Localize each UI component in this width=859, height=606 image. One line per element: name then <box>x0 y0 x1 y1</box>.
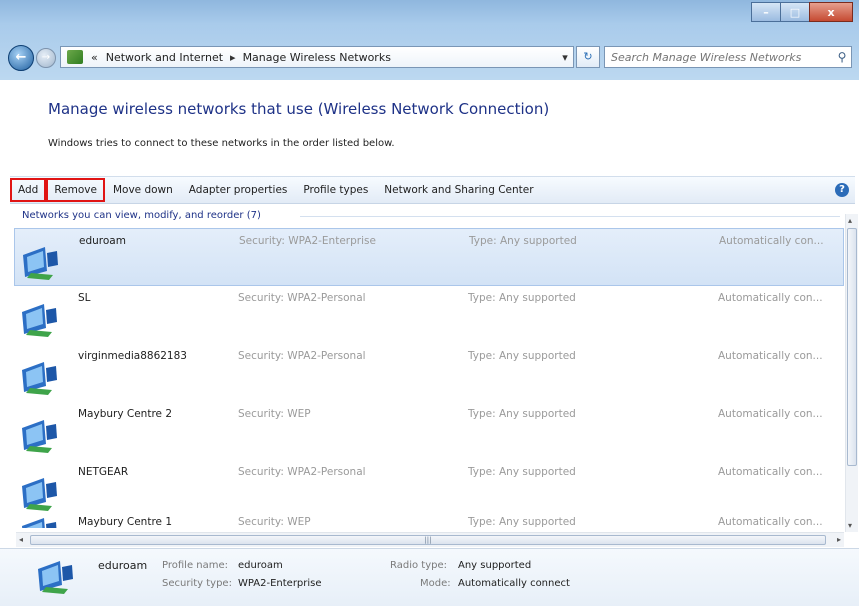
profile-types-button[interactable]: Profile types <box>295 178 376 202</box>
wireless-network-icon <box>22 518 57 528</box>
network-mode: Automatically con... <box>718 350 823 362</box>
command-toolbar: Add Remove Move down Adapter properties … <box>10 176 855 204</box>
network-sharing-center-button[interactable]: Network and Sharing Center <box>376 178 541 202</box>
details-pane: eduroam Profile name: eduroam Security t… <box>0 548 859 606</box>
security-type-value: WPA2-Enterprise <box>238 578 322 589</box>
network-mode: Automatically con... <box>719 235 824 247</box>
search-icon[interactable]: ⚲ <box>833 50 851 64</box>
control-panel-icon <box>67 50 83 64</box>
add-button[interactable]: Add <box>10 178 47 202</box>
network-name: Maybury Centre 1 <box>78 516 173 528</box>
window-chrome: – □ x ← → « Network and Internet ▸ Manag… <box>0 0 859 80</box>
scroll-right-icon[interactable]: ▸ <box>837 535 841 544</box>
network-type: Type: Any supported <box>469 235 577 247</box>
network-type: Type: Any supported <box>468 408 576 420</box>
network-mode: Automatically con... <box>718 408 823 420</box>
search-box[interactable]: ⚲ <box>604 46 852 68</box>
wireless-network-icon <box>23 247 58 280</box>
vertical-scrollbar[interactable]: ▴ ▾ <box>845 214 858 532</box>
breadcrumb-network-internet[interactable]: Network and Internet <box>106 51 223 64</box>
wireless-network-icon <box>22 420 57 453</box>
wireless-network-icon <box>22 362 57 395</box>
breadcrumb-chevron[interactable]: « <box>91 51 98 64</box>
network-name: eduroam <box>79 235 126 247</box>
radio-type-label: Radio type: <box>390 560 447 571</box>
list-item[interactable]: Maybury Centre 2 Security: WEP Type: Any… <box>14 402 844 460</box>
horizontal-scroll-thumb[interactable]: ||| <box>30 535 826 545</box>
network-type: Type: Any supported <box>468 466 576 478</box>
refresh-button[interactable]: ↻ <box>576 46 600 68</box>
list-item[interactable]: SL Security: WPA2-Personal Type: Any sup… <box>14 286 844 344</box>
network-security: Security: WEP <box>238 408 311 420</box>
network-mode: Automatically con... <box>718 292 823 304</box>
network-security: Security: WEP <box>238 516 311 528</box>
breadcrumb-separator[interactable]: ▸ <box>230 51 236 64</box>
remove-button[interactable]: Remove <box>46 178 105 202</box>
network-security: Security: WPA2-Personal <box>238 350 366 362</box>
address-bar[interactable]: « Network and Internet ▸ Manage Wireless… <box>60 46 574 68</box>
network-security: Security: WPA2-Enterprise <box>239 235 376 247</box>
breadcrumb-manage-wireless[interactable]: Manage Wireless Networks <box>243 51 391 64</box>
close-button[interactable]: x <box>809 2 853 22</box>
details-network-name: eduroam <box>98 559 148 572</box>
group-divider <box>300 216 840 217</box>
search-input[interactable] <box>605 49 833 65</box>
move-down-button[interactable]: Move down <box>105 178 181 202</box>
window-controls: – □ x <box>751 2 853 22</box>
network-type: Type: Any supported <box>468 516 576 528</box>
wireless-network-icon <box>22 304 57 337</box>
horizontal-scrollbar[interactable]: ◂ ||| ▸ <box>16 532 844 547</box>
network-mode: Automatically con... <box>718 516 823 528</box>
page-title: Manage wireless networks that use (Wirel… <box>48 100 550 118</box>
network-type: Type: Any supported <box>468 292 576 304</box>
network-type: Type: Any supported <box>468 350 576 362</box>
list-item[interactable]: virginmedia8862183 Security: WPA2-Person… <box>14 344 844 402</box>
network-name: NETGEAR <box>78 466 129 478</box>
address-dropdown-icon[interactable]: ▾ <box>557 51 573 64</box>
maximize-button[interactable]: □ <box>780 2 810 22</box>
minimize-button[interactable]: – <box>751 2 781 22</box>
help-icon[interactable]: ? <box>835 183 849 197</box>
scroll-left-icon[interactable]: ◂ <box>19 535 23 544</box>
radio-type-value: Any supported <box>458 560 532 571</box>
page-description: Windows tries to connect to these networ… <box>48 138 395 149</box>
group-header[interactable]: Networks you can view, modify, and reord… <box>22 210 261 221</box>
scroll-down-icon[interactable]: ▾ <box>848 521 852 530</box>
list-item[interactable]: eduroam Security: WPA2-Enterprise Type: … <box>14 228 844 286</box>
profile-name-label: Profile name: <box>162 560 229 571</box>
network-name: Maybury Centre 2 <box>78 408 173 420</box>
network-list: eduroam Security: WPA2-Enterprise Type: … <box>14 228 844 528</box>
navigation-bar: ← → « Network and Internet ▸ Manage Wire… <box>6 42 854 72</box>
network-security: Security: WPA2-Personal <box>238 466 366 478</box>
profile-name-value: eduroam <box>238 560 283 571</box>
network-name: virginmedia8862183 <box>78 350 187 362</box>
wireless-network-icon <box>22 478 57 511</box>
list-item[interactable]: Maybury Centre 1 Security: WEP Type: Any… <box>14 510 844 528</box>
network-security: Security: WPA2-Personal <box>238 292 366 304</box>
scroll-up-icon[interactable]: ▴ <box>848 216 852 225</box>
security-type-label: Security type: <box>162 578 232 589</box>
wireless-network-icon <box>38 561 73 594</box>
forward-button[interactable]: → <box>36 48 56 68</box>
mode-value: Automatically connect <box>458 578 570 589</box>
mode-label: Mode: <box>420 578 451 589</box>
adapter-properties-button[interactable]: Adapter properties <box>181 178 296 202</box>
network-mode: Automatically con... <box>718 466 823 478</box>
vertical-scroll-thumb[interactable] <box>847 228 857 466</box>
network-name: SL <box>78 292 91 304</box>
back-button[interactable]: ← <box>8 45 34 71</box>
